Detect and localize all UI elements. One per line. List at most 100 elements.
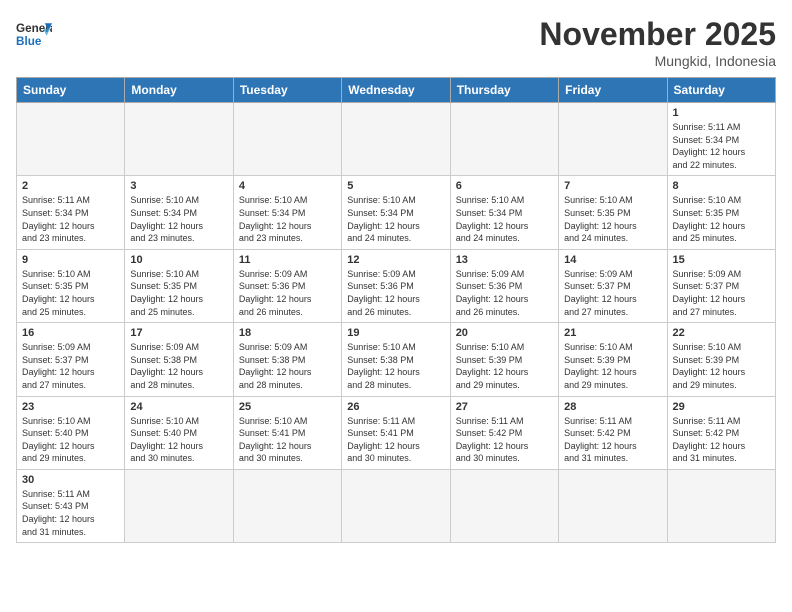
day-info: Sunrise: 5:11 AM Sunset: 5:42 PM Dayligh… <box>456 415 553 465</box>
calendar-cell: 22Sunrise: 5:10 AM Sunset: 5:39 PM Dayli… <box>667 323 775 396</box>
calendar-cell: 23 Sunrise: 5:10 AM Sunset: 5:40 PM Dayli… <box>17 396 125 469</box>
day-info: Sunrise: 5:10 AM Sunset: 5:35 PM Dayligh… <box>130 268 227 318</box>
calendar-cell: 25 Sunrise: 5:10 AM Sunset: 5:41 PM Dayli… <box>233 396 341 469</box>
calendar-cell: 16 Sunrise: 5:09 AM Sunset: 5:37 PM Dayli… <box>17 323 125 396</box>
day-number: 7 <box>564 180 661 192</box>
day-number: 10 <box>130 254 227 266</box>
logo-icon: General Blue <box>16 16 52 52</box>
svg-text:Blue: Blue <box>16 35 42 48</box>
day-number: 30 <box>22 474 119 486</box>
day-info: Sunrise: 5:10 AM Sunset: 5:34 PM Dayligh… <box>239 194 336 244</box>
calendar-cell <box>342 469 450 542</box>
day-info: Sunrise: 5:11 AM Sunset: 5:34 PM Dayligh… <box>22 194 119 244</box>
day-number: 13 <box>456 254 553 266</box>
day-info: Sunrise: 5:10 AM Sunset: 5:34 PM Dayligh… <box>130 194 227 244</box>
day-info: Sunrise: 5:09 AM Sunset: 5:37 PM Dayligh… <box>673 268 770 318</box>
day-info: Sunrise: 5:10 AM Sunset: 5:41 PM Dayligh… <box>239 415 336 465</box>
calendar-cell <box>559 103 667 176</box>
calendar-cell: 30 Sunrise: 5:11 AM Sunset: 5:43 PM Dayli… <box>17 469 125 542</box>
day-number: 8 <box>673 180 770 192</box>
dow-header-wednesday: Wednesday <box>342 78 450 103</box>
day-number: 17 <box>130 327 227 339</box>
day-info: Sunrise: 5:11 AM Sunset: 5:41 PM Dayligh… <box>347 415 444 465</box>
day-number: 11 <box>239 254 336 266</box>
calendar-cell: 6 Sunrise: 5:10 AM Sunset: 5:34 PM Daylig… <box>450 176 558 249</box>
day-number: 24 <box>130 401 227 413</box>
day-info: Sunrise: 5:09 AM Sunset: 5:36 PM Dayligh… <box>456 268 553 318</box>
day-info: Sunrise: 5:10 AM Sunset: 5:40 PM Dayligh… <box>22 415 119 465</box>
page-header: General Blue November 2025 Mungkid, Indo… <box>16 16 776 69</box>
calendar-cell: 4 Sunrise: 5:10 AM Sunset: 5:34 PM Daylig… <box>233 176 341 249</box>
day-number: 12 <box>347 254 444 266</box>
dow-header-monday: Monday <box>125 78 233 103</box>
day-info: Sunrise: 5:09 AM Sunset: 5:37 PM Dayligh… <box>564 268 661 318</box>
logo: General Blue <box>16 16 52 52</box>
calendar-cell: 11 Sunrise: 5:09 AM Sunset: 5:36 PM Dayli… <box>233 249 341 322</box>
day-info: Sunrise: 5:09 AM Sunset: 5:38 PM Dayligh… <box>130 341 227 391</box>
day-number: 6 <box>456 180 553 192</box>
day-number: 19 <box>347 327 444 339</box>
calendar-cell: 18 Sunrise: 5:09 AM Sunset: 5:38 PM Dayli… <box>233 323 341 396</box>
calendar-cell: 13 Sunrise: 5:09 AM Sunset: 5:36 PM Dayli… <box>450 249 558 322</box>
day-number: 9 <box>22 254 119 266</box>
day-info: Sunrise: 5:11 AM Sunset: 5:34 PM Dayligh… <box>673 121 770 171</box>
day-number: 18 <box>239 327 336 339</box>
calendar-cell: 14Sunrise: 5:09 AM Sunset: 5:37 PM Dayli… <box>559 249 667 322</box>
calendar-cell <box>450 469 558 542</box>
day-number: 16 <box>22 327 119 339</box>
day-number: 26 <box>347 401 444 413</box>
calendar-cell: 28Sunrise: 5:11 AM Sunset: 5:42 PM Dayli… <box>559 396 667 469</box>
day-number: 29 <box>673 401 770 413</box>
day-info: Sunrise: 5:10 AM Sunset: 5:35 PM Dayligh… <box>564 194 661 244</box>
day-number: 3 <box>130 180 227 192</box>
day-number: 15 <box>673 254 770 266</box>
calendar-table: SundayMondayTuesdayWednesdayThursdayFrid… <box>16 77 776 543</box>
calendar-cell <box>233 103 341 176</box>
day-info: Sunrise: 5:11 AM Sunset: 5:42 PM Dayligh… <box>673 415 770 465</box>
calendar-cell: 20 Sunrise: 5:10 AM Sunset: 5:39 PM Dayli… <box>450 323 558 396</box>
day-number: 23 <box>22 401 119 413</box>
day-number: 27 <box>456 401 553 413</box>
calendar-cell <box>125 103 233 176</box>
calendar-cell: 7 Sunrise: 5:10 AM Sunset: 5:35 PM Daylig… <box>559 176 667 249</box>
dow-header-thursday: Thursday <box>450 78 558 103</box>
dow-header-friday: Friday <box>559 78 667 103</box>
calendar-cell: 15 Sunrise: 5:09 AM Sunset: 5:37 PM Dayli… <box>667 249 775 322</box>
calendar-cell <box>17 103 125 176</box>
day-number: 1 <box>673 107 770 119</box>
day-info: Sunrise: 5:09 AM Sunset: 5:36 PM Dayligh… <box>347 268 444 318</box>
day-number: 21 <box>564 327 661 339</box>
day-info: Sunrise: 5:10 AM Sunset: 5:34 PM Dayligh… <box>456 194 553 244</box>
location: Mungkid, Indonesia <box>539 53 776 69</box>
month-title: November 2025 <box>539 16 776 53</box>
calendar-cell: 26 Sunrise: 5:11 AM Sunset: 5:41 PM Dayli… <box>342 396 450 469</box>
calendar-cell: 10 Sunrise: 5:10 AM Sunset: 5:35 PM Dayli… <box>125 249 233 322</box>
day-info: Sunrise: 5:10 AM Sunset: 5:35 PM Dayligh… <box>673 194 770 244</box>
calendar-cell: 21Sunrise: 5:10 AM Sunset: 5:39 PM Dayli… <box>559 323 667 396</box>
day-info: Sunrise: 5:09 AM Sunset: 5:37 PM Dayligh… <box>22 341 119 391</box>
day-number: 5 <box>347 180 444 192</box>
day-number: 22 <box>673 327 770 339</box>
day-number: 2 <box>22 180 119 192</box>
calendar-cell: 9Sunrise: 5:10 AM Sunset: 5:35 PM Daylig… <box>17 249 125 322</box>
dow-header-saturday: Saturday <box>667 78 775 103</box>
calendar-cell: 8 Sunrise: 5:10 AM Sunset: 5:35 PM Daylig… <box>667 176 775 249</box>
day-info: Sunrise: 5:10 AM Sunset: 5:38 PM Dayligh… <box>347 341 444 391</box>
day-number: 4 <box>239 180 336 192</box>
calendar-cell <box>125 469 233 542</box>
day-info: Sunrise: 5:09 AM Sunset: 5:36 PM Dayligh… <box>239 268 336 318</box>
day-info: Sunrise: 5:10 AM Sunset: 5:39 PM Dayligh… <box>456 341 553 391</box>
day-info: Sunrise: 5:09 AM Sunset: 5:38 PM Dayligh… <box>239 341 336 391</box>
calendar-cell: 5Sunrise: 5:10 AM Sunset: 5:34 PM Daylig… <box>342 176 450 249</box>
calendar-cell: 19 Sunrise: 5:10 AM Sunset: 5:38 PM Dayli… <box>342 323 450 396</box>
calendar-cell <box>233 469 341 542</box>
calendar-cell: 2 Sunrise: 5:11 AM Sunset: 5:34 PM Daylig… <box>17 176 125 249</box>
calendar-cell: 27 Sunrise: 5:11 AM Sunset: 5:42 PM Dayli… <box>450 396 558 469</box>
calendar-cell <box>559 469 667 542</box>
day-info: Sunrise: 5:11 AM Sunset: 5:42 PM Dayligh… <box>564 415 661 465</box>
day-info: Sunrise: 5:11 AM Sunset: 5:43 PM Dayligh… <box>22 488 119 538</box>
day-number: 25 <box>239 401 336 413</box>
day-number: 20 <box>456 327 553 339</box>
calendar-cell: 29 Sunrise: 5:11 AM Sunset: 5:42 PM Dayli… <box>667 396 775 469</box>
calendar-cell <box>450 103 558 176</box>
